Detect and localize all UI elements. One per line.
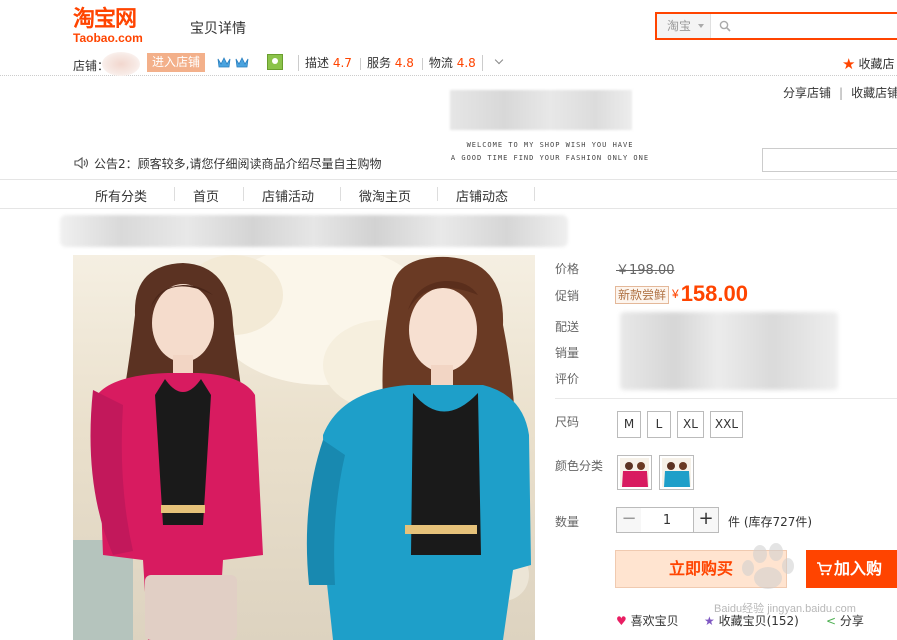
chevron-down-icon[interactable]: [494, 55, 504, 65]
promo-tag: 新款尝鲜: [615, 286, 669, 304]
like-item-label: 喜欢宝贝: [630, 614, 679, 628]
taobao-logo[interactable]: 淘宝网 Taobao.com: [73, 8, 165, 46]
shop-name-redacted: [102, 52, 140, 76]
search-bar: 淘宝: [655, 12, 897, 40]
models-illustration: [73, 255, 531, 640]
logo-english: Taobao.com: [73, 31, 143, 45]
divider: [555, 398, 897, 399]
crown-icon: [235, 57, 249, 68]
shop-header-links: 分享店铺 | 收藏店铺: [783, 84, 897, 101]
size-option-xxl[interactable]: XXL: [710, 411, 743, 438]
size-label: 尺码: [555, 415, 580, 429]
promo-label: 促销: [555, 289, 580, 303]
shop-welcome-text: WELCOME TO MY SHOP WISH YOU HAVE A GOOD …: [440, 139, 660, 165]
enter-shop-button[interactable]: 进入店铺: [147, 53, 205, 72]
logo-chinese: 淘宝网: [73, 7, 137, 32]
promo-price: ¥158.00: [672, 281, 748, 307]
nav-home[interactable]: 首页: [193, 186, 219, 205]
buy-now-button[interactable]: 立即购买: [615, 550, 787, 588]
shop-logo-redacted: [450, 90, 632, 130]
heart-icon: ♥: [616, 614, 627, 628]
quantity-decrease-button[interactable]: −: [616, 507, 642, 533]
shop-ratings: 描述 4.7 服务 4.8 物流 4.8: [298, 55, 483, 71]
delivery-info-redacted: [620, 312, 838, 390]
product-main-image[interactable]: [73, 255, 535, 640]
share-item-label: 分享: [839, 614, 864, 628]
quantity-input[interactable]: [641, 507, 693, 533]
chevron-down-icon: [698, 24, 704, 28]
reviews-label: 评价: [555, 372, 580, 386]
search-scope-select[interactable]: 淘宝: [657, 14, 711, 38]
share-shop-link[interactable]: 分享店铺: [783, 86, 831, 100]
quantity-increase-button[interactable]: +: [693, 507, 719, 533]
star-icon: ★: [704, 614, 715, 628]
blue-jacket-thumbnail: [664, 462, 690, 487]
welcome-line: A GOOD TIME FIND YOUR FASHION ONLY ONE: [450, 154, 650, 162]
promo-price-value: 158.00: [680, 281, 748, 306]
add-to-cart-label: 加入购: [834, 559, 883, 578]
shop-notice: 公告2：顾客较多,请您仔细阅读商品介绍尽量自主购物: [74, 155, 381, 172]
color-label: 颜色分类: [555, 459, 604, 473]
size-option-l[interactable]: L: [647, 411, 671, 438]
favorite-shop-link[interactable]: ★ 收藏店: [842, 55, 894, 73]
delivery-label: 配送: [555, 320, 580, 334]
star-icon: ★: [842, 55, 856, 73]
currency-symbol: ¥: [672, 287, 679, 301]
cart-icon: [817, 562, 833, 576]
page-title: 宝贝详情: [190, 21, 246, 37]
share-item-link[interactable]: < 分享: [826, 612, 864, 629]
size-option-xl[interactable]: XL: [677, 411, 704, 438]
notice-text: 公告2：顾客较多,请您仔细阅读商品介绍尽量自主购物: [94, 157, 382, 171]
size-option-m[interactable]: M: [617, 411, 641, 438]
add-to-cart-button[interactable]: 加入购: [806, 550, 897, 588]
color-swatch-rose[interactable]: [617, 455, 652, 490]
like-item-link[interactable]: ♥ 喜欢宝贝: [616, 612, 679, 629]
speaker-icon: [74, 157, 89, 169]
price-label: 价格: [555, 262, 580, 276]
rating-label: 物流: [428, 56, 453, 70]
rose-jacket-thumbnail: [622, 462, 648, 487]
nav-weitao[interactable]: 微淘主页: [359, 186, 411, 205]
rating-value: 4.8: [456, 56, 476, 70]
shop-search-input[interactable]: [762, 148, 897, 172]
search-scope-label: 淘宝: [667, 19, 692, 33]
quantity-label: 数量: [555, 515, 580, 529]
consumer-protection-icon[interactable]: [267, 54, 283, 70]
rating-label: 服务: [366, 56, 391, 70]
shop-nav: 所有分类 首页 店铺活动 微淘主页 店铺动态: [0, 179, 897, 209]
rating-value: 4.7: [332, 56, 352, 70]
collect-item-link[interactable]: ★ 收藏宝贝(152): [704, 612, 799, 629]
search-icon: [719, 20, 731, 32]
shop-info-bar: 店铺： 进入店铺 描述 4.7 服务 4.8 物流 4.8 ★ 收藏店: [0, 50, 897, 76]
crown-icon: [217, 57, 231, 68]
color-swatch-blue[interactable]: [659, 455, 694, 490]
share-icon: <: [826, 614, 837, 628]
nav-shop-feed[interactable]: 店铺动态: [456, 186, 508, 205]
product-title-redacted: [60, 215, 568, 247]
collect-item-label: 收藏宝贝(152): [718, 614, 799, 628]
rating-label: 描述: [305, 56, 330, 70]
favorite-shop-link[interactable]: 收藏店铺: [851, 86, 897, 100]
rating-value: 4.8: [394, 56, 414, 70]
nav-shop-events[interactable]: 店铺活动: [262, 186, 314, 205]
original-price: ￥198.00: [616, 263, 675, 278]
sales-label: 销量: [555, 346, 580, 360]
favorite-shop-label: 收藏店: [858, 57, 895, 71]
nav-all-categories[interactable]: 所有分类: [95, 186, 147, 205]
search-input[interactable]: [737, 16, 887, 36]
welcome-line: WELCOME TO MY SHOP WISH YOU HAVE: [466, 141, 634, 149]
stock-text: 件 (库存727件): [728, 515, 813, 529]
